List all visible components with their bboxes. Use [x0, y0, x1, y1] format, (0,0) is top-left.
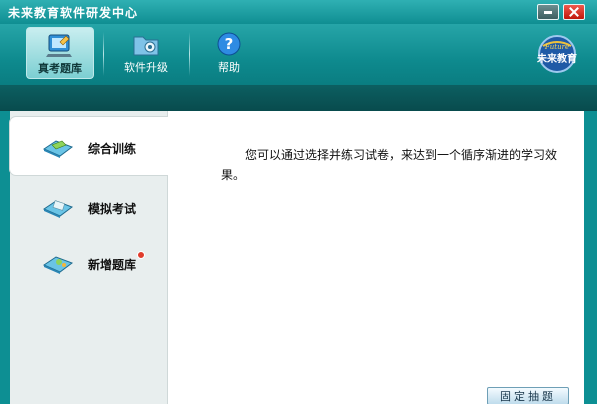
sidebar-item-new-question-bank[interactable]: 新增题库	[10, 233, 167, 291]
sidebar-item-label: 模拟考试	[88, 202, 137, 216]
logo-top-text: Future	[544, 43, 569, 51]
minimize-button[interactable]	[537, 4, 559, 20]
sidebar-item-comprehensive-training[interactable]: 综合训练	[10, 117, 168, 175]
book-icon	[42, 140, 74, 158]
logo-main-text: 未来教育	[536, 52, 577, 65]
window-title: 未来教育软件研发中心	[8, 6, 139, 20]
svg-text:?: ?	[225, 35, 234, 53]
toolbar-divider	[103, 32, 104, 76]
book-icon	[42, 256, 74, 274]
fixed-draw-button[interactable]: 固定抽题	[487, 387, 569, 404]
toolbar-help-button[interactable]: ? 帮助	[196, 27, 262, 79]
title-bar: 未来教育软件研发中心	[0, 0, 597, 24]
toolbar-question-bank-label: 真考题库	[38, 62, 82, 75]
help-icon: ?	[217, 32, 241, 56]
close-button[interactable]	[563, 4, 585, 20]
new-badge-dot	[137, 251, 145, 259]
book-icon	[42, 200, 74, 218]
sidebar-item-label: 新增题库	[88, 258, 137, 272]
toolbar-question-bank-button[interactable]: 真考题库	[26, 27, 94, 79]
sidebar-item-mock-exam[interactable]: 模拟考试	[10, 177, 167, 235]
toolbar: 真考题库 软件升级 ? 帮助 Future 未来教育	[0, 24, 597, 85]
right-frame	[584, 111, 597, 404]
future-education-logo-icon: Future 未来教育	[536, 35, 577, 73]
question-bank-icon	[46, 34, 72, 57]
app-window: 未来教育软件研发中心 真考题库 软件升级 ? 帮助 Future 未来教育 综合…	[0, 0, 597, 404]
main-content: 您可以通过选择并练习试卷，来达到一个循序渐进的学习效果。 固定抽题	[168, 111, 584, 404]
toolbar-upgrade-label: 软件升级	[124, 61, 168, 74]
sidebar-item-label: 综合训练	[88, 142, 137, 156]
toolbar-divider	[189, 32, 190, 76]
header-band	[0, 85, 597, 111]
toolbar-help-label: 帮助	[218, 61, 240, 74]
toolbar-upgrade-button[interactable]: 软件升级	[110, 27, 182, 79]
sidebar: 综合训练 模拟考试 新增题库	[10, 111, 168, 404]
folder-gear-icon	[133, 36, 159, 56]
description-text: 您可以通过选择并练习试卷，来达到一个循序渐进的学习效果。	[221, 148, 558, 182]
